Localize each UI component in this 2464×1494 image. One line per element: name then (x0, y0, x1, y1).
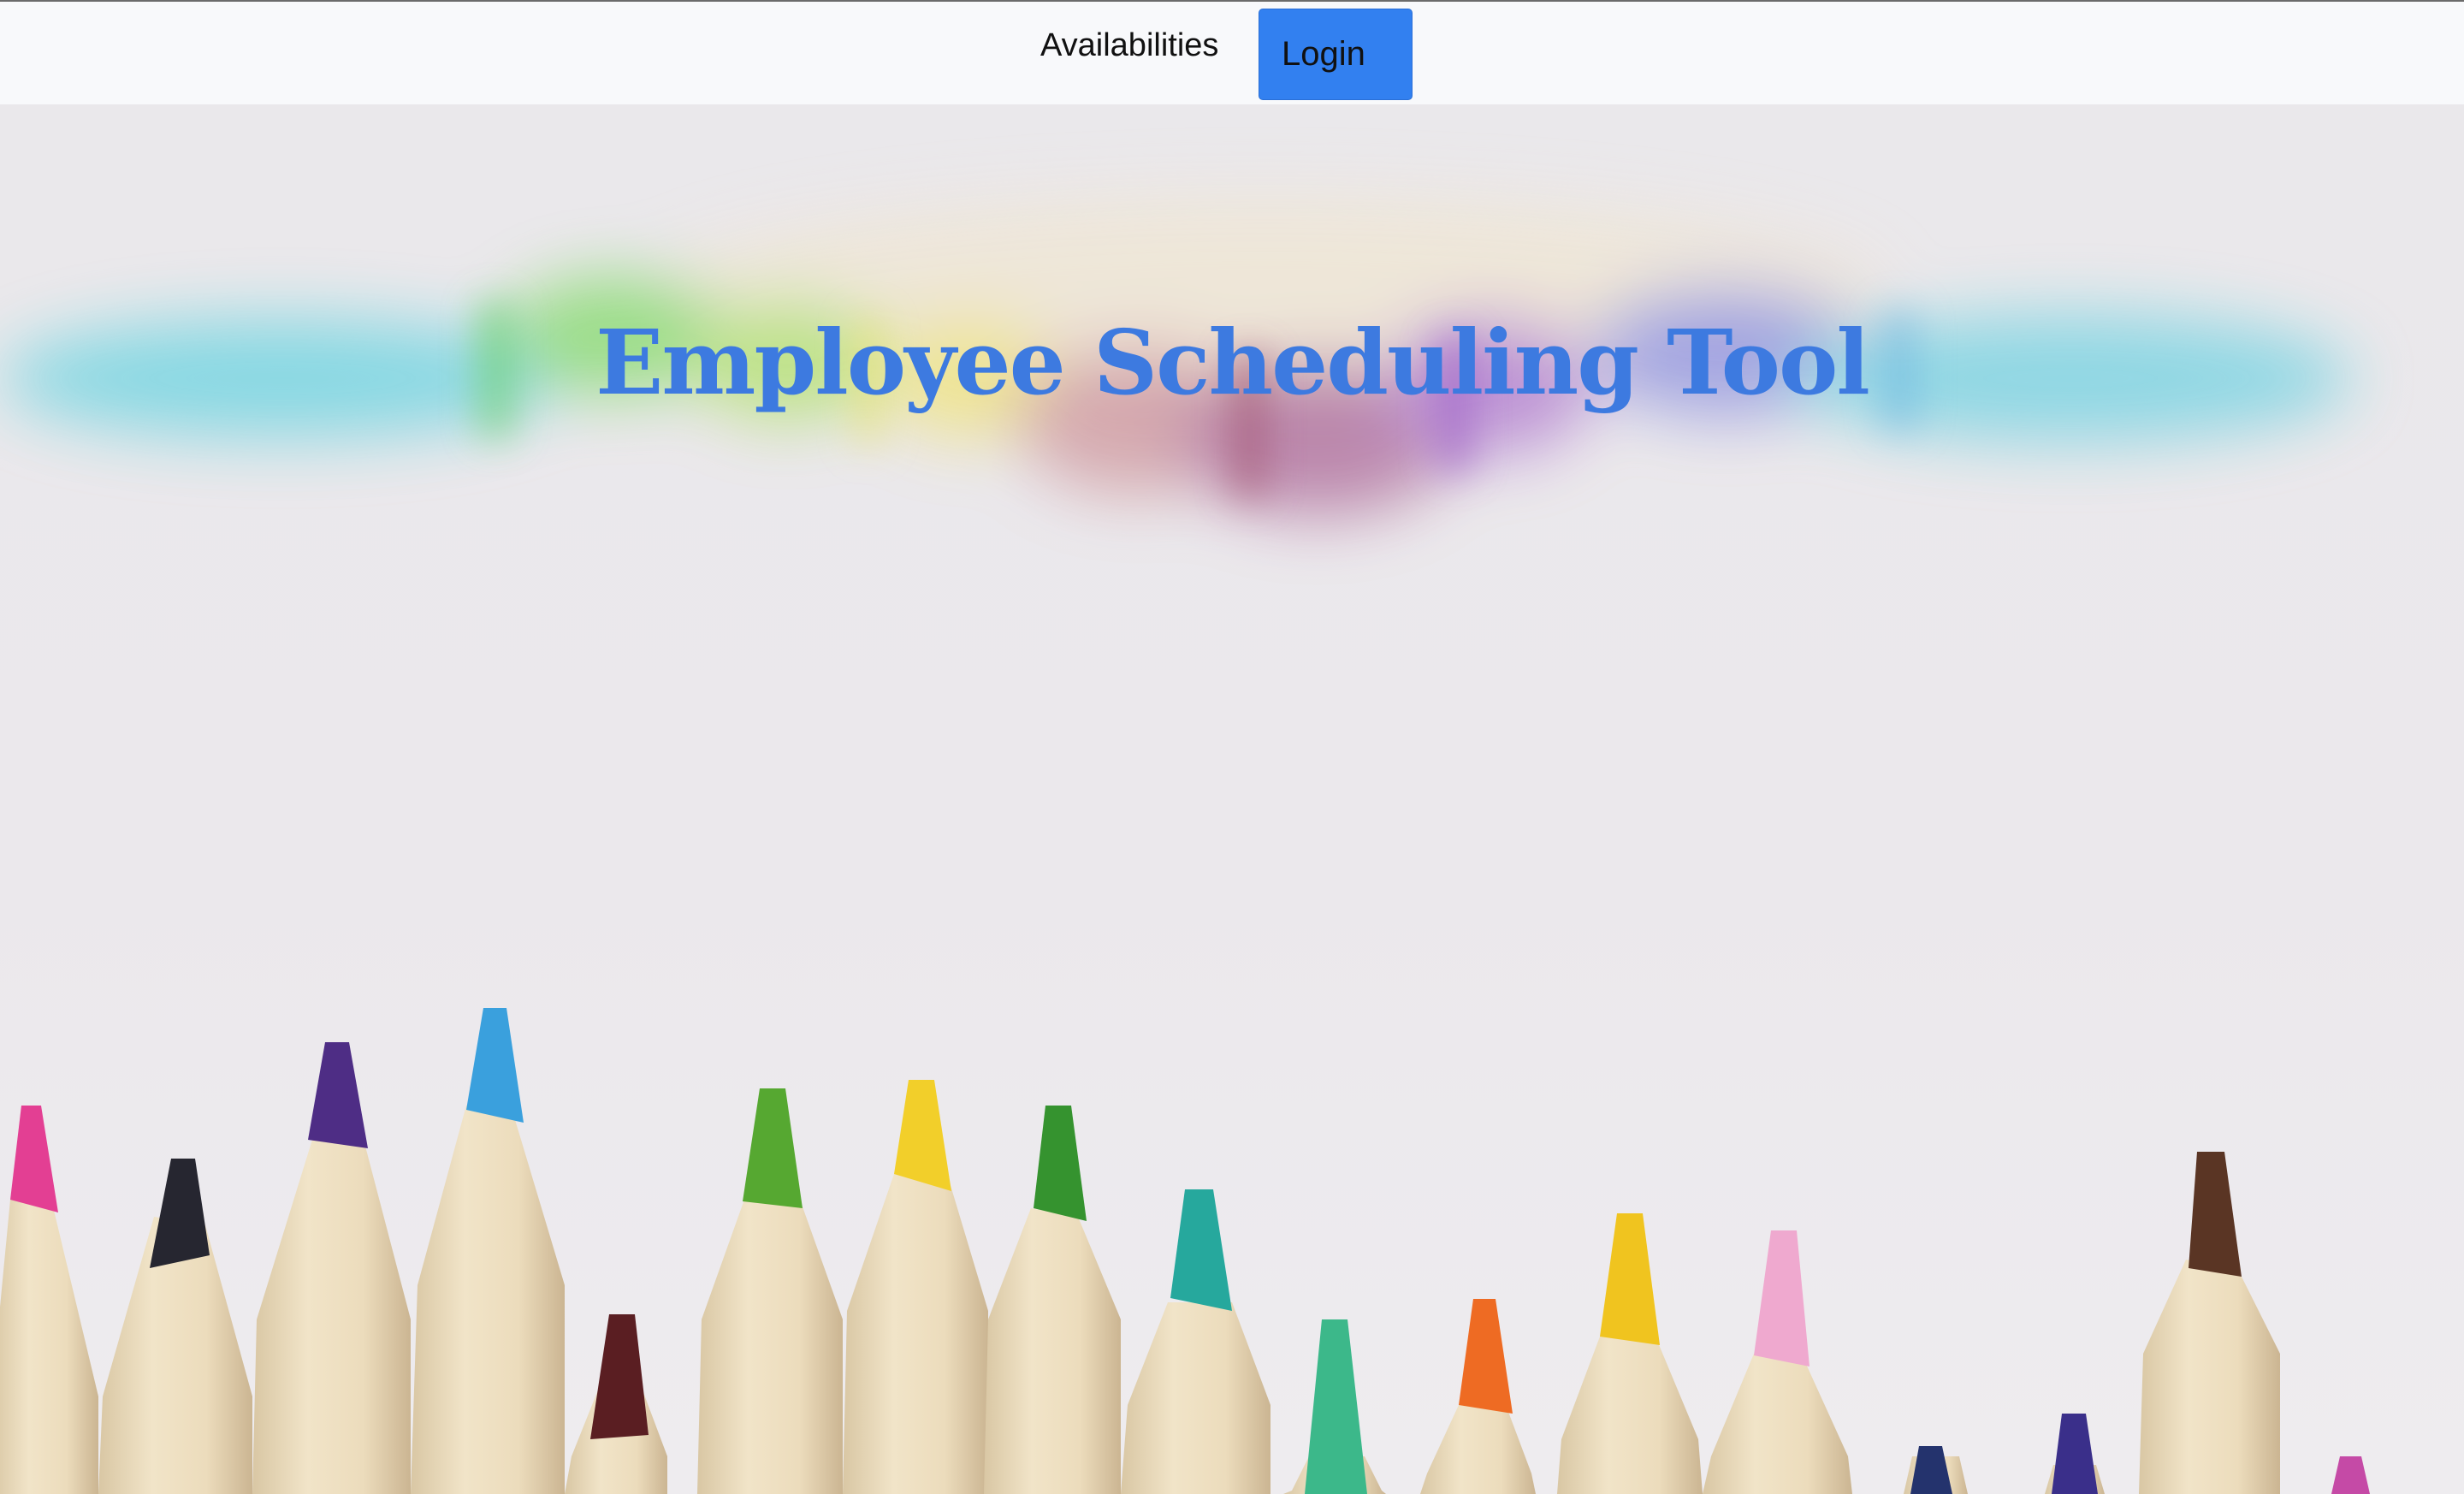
availabilities-link[interactable]: Availabilities (1040, 27, 1218, 64)
hero-section: Employee Scheduling Tool (0, 104, 2464, 1494)
login-button[interactable]: Login (1259, 9, 1413, 100)
top-navbar: Availabilities Login (0, 0, 2464, 104)
page-title: Employee Scheduling Tool (595, 310, 1870, 415)
